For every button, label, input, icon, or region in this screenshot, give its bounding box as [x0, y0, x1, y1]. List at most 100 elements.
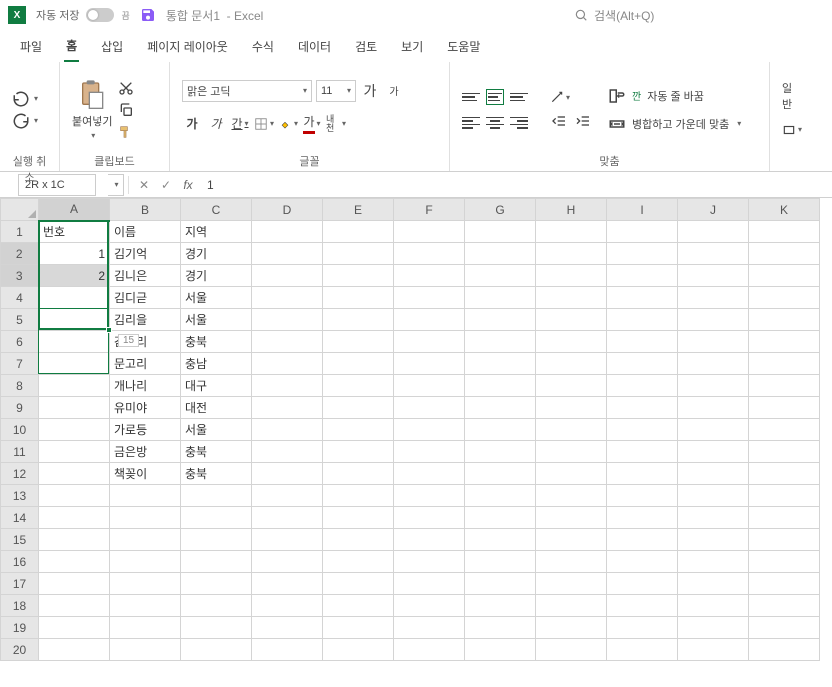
- fill-color-button[interactable]: ▾: [278, 114, 298, 134]
- cell-G16[interactable]: [465, 551, 536, 573]
- cell-D4[interactable]: [252, 287, 323, 309]
- cell-C12[interactable]: 충북: [181, 463, 252, 485]
- cell-H4[interactable]: [536, 287, 607, 309]
- cell-F17[interactable]: [394, 573, 465, 595]
- cell-K17[interactable]: [749, 573, 820, 595]
- cell-D20[interactable]: [252, 639, 323, 661]
- cell-K19[interactable]: [749, 617, 820, 639]
- cell-B8[interactable]: 개나리: [110, 375, 181, 397]
- cell-D7[interactable]: [252, 353, 323, 375]
- cell-I6[interactable]: [607, 331, 678, 353]
- cell-B4[interactable]: 김디귿: [110, 287, 181, 309]
- orientation-button[interactable]: ▾: [550, 87, 570, 107]
- cell-K9[interactable]: [749, 397, 820, 419]
- cell-E15[interactable]: [323, 529, 394, 551]
- cell-K12[interactable]: [749, 463, 820, 485]
- cell-G4[interactable]: [465, 287, 536, 309]
- cell-D14[interactable]: [252, 507, 323, 529]
- cell-G8[interactable]: [465, 375, 536, 397]
- cell-G10[interactable]: [465, 419, 536, 441]
- redo-button[interactable]: ▾: [12, 112, 38, 130]
- row-header-9[interactable]: 9: [1, 397, 39, 419]
- bold-button[interactable]: 가: [182, 114, 202, 134]
- cell-J7[interactable]: [678, 353, 749, 375]
- cell-C2[interactable]: 경기: [181, 243, 252, 265]
- name-box-dropdown[interactable]: ▾: [108, 174, 124, 196]
- cell-C9[interactable]: 대전: [181, 397, 252, 419]
- cell-A6[interactable]: [39, 331, 110, 353]
- cell-A14[interactable]: [39, 507, 110, 529]
- cell-F3[interactable]: [394, 265, 465, 287]
- cell-A3[interactable]: 2: [39, 265, 110, 287]
- cell-J1[interactable]: [678, 221, 749, 243]
- cell-D11[interactable]: [252, 441, 323, 463]
- undo-button[interactable]: ▾: [12, 90, 38, 108]
- cell-F19[interactable]: [394, 617, 465, 639]
- formula-input[interactable]: [199, 174, 832, 196]
- menu-view[interactable]: 보기: [399, 32, 425, 61]
- cell-J15[interactable]: [678, 529, 749, 551]
- cell-K10[interactable]: [749, 419, 820, 441]
- cell-E18[interactable]: [323, 595, 394, 617]
- cell-B19[interactable]: [110, 617, 181, 639]
- autosave-toggle[interactable]: 자동 저장 끔: [36, 7, 130, 23]
- cell-J8[interactable]: [678, 375, 749, 397]
- cell-I1[interactable]: [607, 221, 678, 243]
- cell-E10[interactable]: [323, 419, 394, 441]
- cell-H6[interactable]: [536, 331, 607, 353]
- cell-F4[interactable]: [394, 287, 465, 309]
- cell-G18[interactable]: [465, 595, 536, 617]
- cell-D19[interactable]: [252, 617, 323, 639]
- cell-K16[interactable]: [749, 551, 820, 573]
- cell-G9[interactable]: [465, 397, 536, 419]
- cell-D2[interactable]: [252, 243, 323, 265]
- cell-A11[interactable]: [39, 441, 110, 463]
- cell-K6[interactable]: [749, 331, 820, 353]
- cell-B1[interactable]: 이름: [110, 221, 181, 243]
- row-header-5[interactable]: 5: [1, 309, 39, 331]
- decrease-font-button[interactable]: 가: [384, 81, 404, 101]
- cell-B7[interactable]: 문고리: [110, 353, 181, 375]
- row-header-2[interactable]: 2: [1, 243, 39, 265]
- cell-H15[interactable]: [536, 529, 607, 551]
- cell-G14[interactable]: [465, 507, 536, 529]
- cell-E16[interactable]: [323, 551, 394, 573]
- cell-G19[interactable]: [465, 617, 536, 639]
- cell-E19[interactable]: [323, 617, 394, 639]
- cell-J18[interactable]: [678, 595, 749, 617]
- toggle-off-icon[interactable]: [86, 8, 114, 22]
- cell-C16[interactable]: [181, 551, 252, 573]
- cell-G1[interactable]: [465, 221, 536, 243]
- select-all-corner[interactable]: [1, 199, 39, 221]
- cell-E13[interactable]: [323, 485, 394, 507]
- row-header-10[interactable]: 10: [1, 419, 39, 441]
- cell-F2[interactable]: [394, 243, 465, 265]
- cell-E4[interactable]: [323, 287, 394, 309]
- cell-F5[interactable]: [394, 309, 465, 331]
- row-header-18[interactable]: 18: [1, 595, 39, 617]
- cell-D6[interactable]: [252, 331, 323, 353]
- paste-button[interactable]: 붙여넣기 ▾: [72, 79, 112, 140]
- cell-F18[interactable]: [394, 595, 465, 617]
- increase-font-button[interactable]: 가: [360, 81, 380, 101]
- underline-button[interactable]: 간▾: [230, 114, 250, 134]
- cell-I8[interactable]: [607, 375, 678, 397]
- cell-K4[interactable]: [749, 287, 820, 309]
- font-color-button[interactable]: 가▾: [302, 114, 322, 134]
- align-bottom-button[interactable]: [510, 89, 528, 105]
- cell-E14[interactable]: [323, 507, 394, 529]
- cell-A20[interactable]: [39, 639, 110, 661]
- cell-D10[interactable]: [252, 419, 323, 441]
- cell-I18[interactable]: [607, 595, 678, 617]
- phonetic-guide-button[interactable]: 내천▾: [326, 114, 346, 134]
- row-header-11[interactable]: 11: [1, 441, 39, 463]
- row-header-14[interactable]: 14: [1, 507, 39, 529]
- cell-I11[interactable]: [607, 441, 678, 463]
- cell-J9[interactable]: [678, 397, 749, 419]
- cell-E17[interactable]: [323, 573, 394, 595]
- cell-I17[interactable]: [607, 573, 678, 595]
- column-header-B[interactable]: B: [110, 199, 181, 221]
- menu-home[interactable]: 홈: [64, 31, 79, 62]
- wrap-text-button[interactable]: 깐 자동 줄 바꿈: [608, 87, 741, 105]
- cell-C11[interactable]: 충북: [181, 441, 252, 463]
